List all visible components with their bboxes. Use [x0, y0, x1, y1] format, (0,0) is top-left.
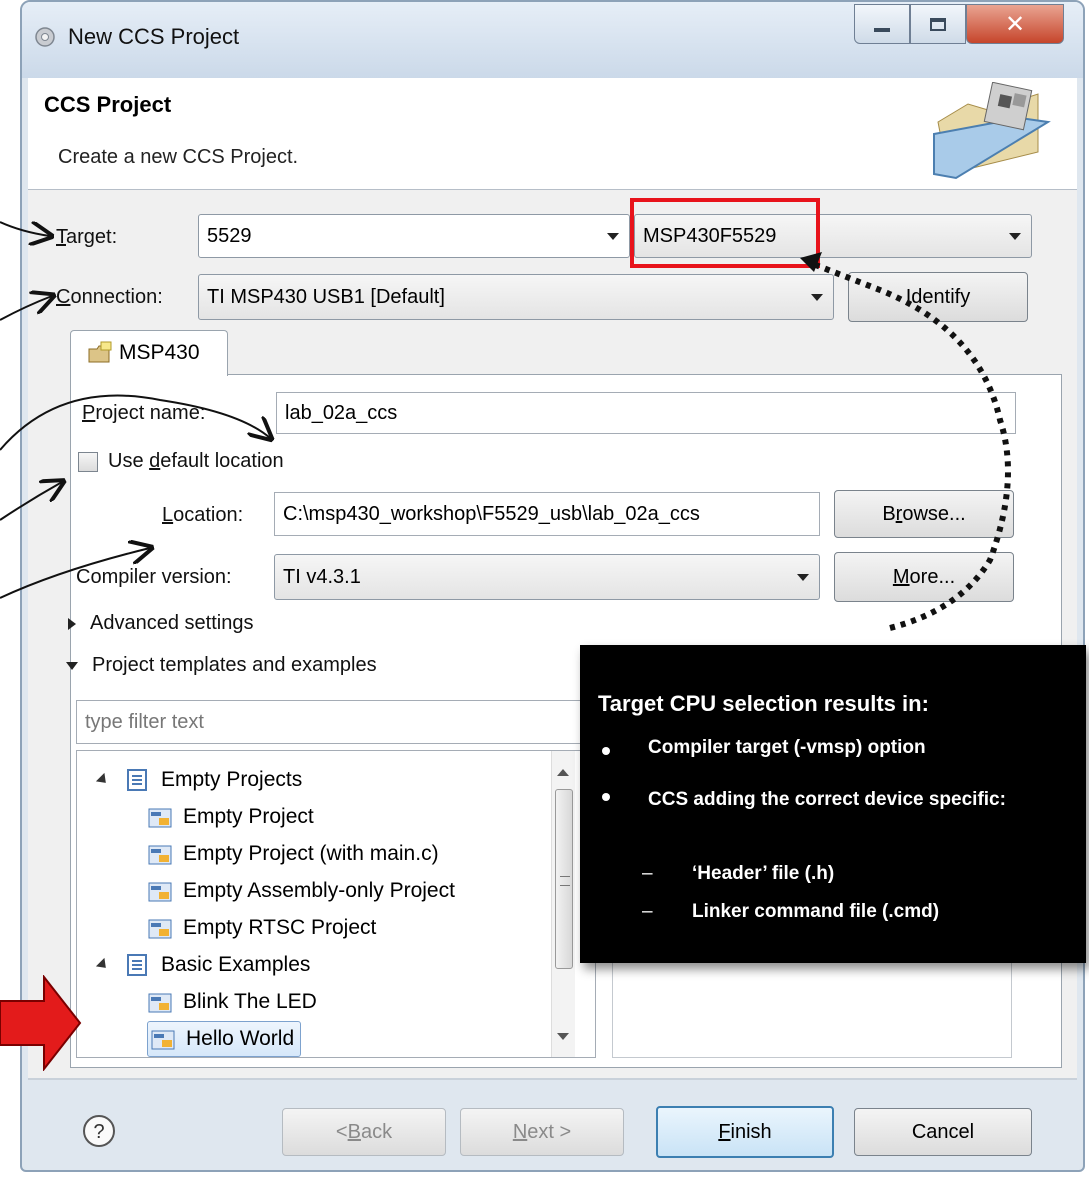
tree-item-label: Hello World	[186, 1026, 295, 1050]
red-pointer-arrow	[0, 975, 82, 1071]
project-group-icon	[127, 953, 147, 976]
folder-cube-icon	[933, 82, 1051, 180]
tree-item[interactable]: Hello World	[97, 1020, 567, 1057]
window-title: New CCS Project	[68, 24, 240, 49]
bullet-dot-icon	[602, 793, 610, 801]
filter-input[interactable]: type filter text	[76, 700, 596, 744]
expand-down-icon	[66, 661, 78, 670]
back-button[interactable]: < Back	[282, 1108, 446, 1156]
title-bar: New CCS Project ✕	[22, 2, 1083, 78]
tree-list: Empty Projects Empty Project Empty Project…	[95, 761, 567, 1057]
target-combo[interactable]: 5529	[198, 214, 630, 258]
collapse-icon	[95, 772, 111, 787]
tab-project-icon	[88, 341, 112, 363]
connection-label: Connection:	[56, 286, 163, 308]
target-value: 5529	[207, 224, 252, 247]
collapse-icon	[95, 957, 111, 972]
dash-icon: –	[642, 863, 653, 884]
chevron-down-icon	[607, 233, 619, 240]
advanced-settings-toggle[interactable]: Advanced settings	[68, 612, 253, 635]
tree-group[interactable]: Empty Projects	[95, 761, 567, 798]
chevron-down-icon	[811, 294, 823, 301]
location-input[interactable]: C:\msp430_workshop\F5529_usb\lab_02a_ccs	[274, 492, 820, 536]
page-title: CCS Project	[44, 92, 172, 117]
bullet-dot-icon	[602, 747, 610, 755]
tree-group-label: Basic Examples	[161, 952, 311, 976]
tab-msp430[interactable]: MSP430	[70, 330, 228, 376]
svg-text:?: ?	[93, 1121, 104, 1143]
finish-button[interactable]: Finish	[656, 1106, 834, 1158]
scroll-up-icon[interactable]	[557, 769, 569, 776]
templates-section-toggle[interactable]: Project templates and examples	[66, 654, 377, 677]
use-default-location-checkbox[interactable]	[78, 452, 98, 472]
tree-item[interactable]: Empty RTSC Project	[97, 909, 567, 946]
compiler-version-combo[interactable]: TI v4.3.1	[274, 554, 820, 600]
project-template-icon	[148, 993, 172, 1012]
page-description: Create a new CCS Project.	[58, 146, 299, 168]
cancel-button[interactable]: Cancel	[854, 1108, 1032, 1156]
chevron-down-icon	[1009, 233, 1021, 240]
tree-group[interactable]: Basic Examples	[95, 946, 567, 983]
callout-bullet-2: CCS adding the correct device specific:	[648, 789, 1006, 810]
maximize-button[interactable]	[910, 4, 966, 44]
tree-item-label: Empty Project	[183, 804, 314, 828]
tree-scrollbar[interactable]	[551, 751, 575, 1057]
close-icon: ✕	[1004, 10, 1026, 38]
device-highlight-box	[630, 198, 820, 268]
tree-item-label: Blink The LED	[183, 989, 317, 1013]
minimize-button[interactable]	[854, 4, 910, 44]
close-button[interactable]: ✕	[966, 4, 1064, 44]
chevron-down-icon	[797, 574, 809, 581]
tree-item[interactable]: Empty Assembly-only Project	[97, 872, 567, 909]
wizard-header: CCS Project Create a new CCS Project.	[28, 78, 1077, 190]
maximize-icon	[930, 17, 946, 31]
callout-bullet-1: Compiler target (-vmsp) option	[648, 737, 926, 758]
tab-label: MSP430	[119, 341, 200, 364]
project-template-icon	[148, 882, 172, 901]
tree-item-label: Empty RTSC Project	[183, 915, 377, 939]
identify-button[interactable]: Identify	[848, 272, 1028, 322]
callout-title: Target CPU selection results in:	[598, 691, 929, 716]
project-template-icon	[148, 919, 172, 938]
project-template-icon	[148, 845, 172, 864]
target-label: Target:	[56, 226, 118, 248]
expand-right-icon	[68, 617, 76, 630]
compiler-version-label: Compiler version:	[76, 566, 232, 588]
tree-item-label: Empty Project (with main.c)	[183, 841, 439, 865]
project-template-icon	[148, 808, 172, 827]
next-button[interactable]: Next >	[460, 1108, 624, 1156]
callout-sub-bullet-2: Linker command file (.cmd)	[692, 901, 940, 922]
footer-divider	[28, 1078, 1077, 1080]
use-default-location-label: Use default location	[108, 450, 284, 472]
project-name-input[interactable]: lab_02a_ccs	[276, 392, 1016, 434]
callout-sub-bullet-1: ‘Header’ file (.h)	[692, 863, 835, 884]
tree-item[interactable]: Empty Project	[97, 798, 567, 835]
connection-value: TI MSP430 USB1 [Default]	[207, 285, 445, 308]
location-label: Location:	[162, 504, 244, 526]
project-template-icon	[151, 1030, 175, 1049]
help-icon[interactable]: ?	[82, 1114, 116, 1148]
tree-item[interactable]: Empty Project (with main.c)	[97, 835, 567, 872]
advanced-settings-label: Advanced settings	[90, 612, 254, 634]
templates-section-label: Project templates and examples	[92, 654, 377, 676]
compiler-value: TI v4.3.1	[283, 565, 361, 588]
new-ccs-project-window: New CCS Project ✕ CCS Project Create a n…	[20, 0, 1085, 1172]
tree-item[interactable]: Blink The LED	[97, 983, 567, 1020]
project-group-icon	[127, 768, 147, 791]
templates-tree: Empty Projects Empty Project Empty Project…	[76, 750, 596, 1058]
tree-group-label: Empty Projects	[161, 767, 303, 791]
minimize-icon	[874, 28, 890, 32]
explanation-callout: Target CPU selection results in: Compile…	[580, 645, 1086, 963]
connection-combo[interactable]: TI MSP430 USB1 [Default]	[198, 274, 834, 320]
more-button[interactable]: More...	[834, 552, 1014, 602]
tree-item-label: Empty Assembly-only Project	[183, 878, 455, 902]
dash-icon: –	[642, 901, 653, 922]
project-name-label: Project name:	[82, 402, 206, 424]
browse-button[interactable]: Br owse...	[834, 490, 1014, 538]
app-icon	[35, 27, 55, 47]
scroll-thumb[interactable]	[555, 789, 573, 969]
scroll-down-icon[interactable]	[557, 1033, 569, 1040]
